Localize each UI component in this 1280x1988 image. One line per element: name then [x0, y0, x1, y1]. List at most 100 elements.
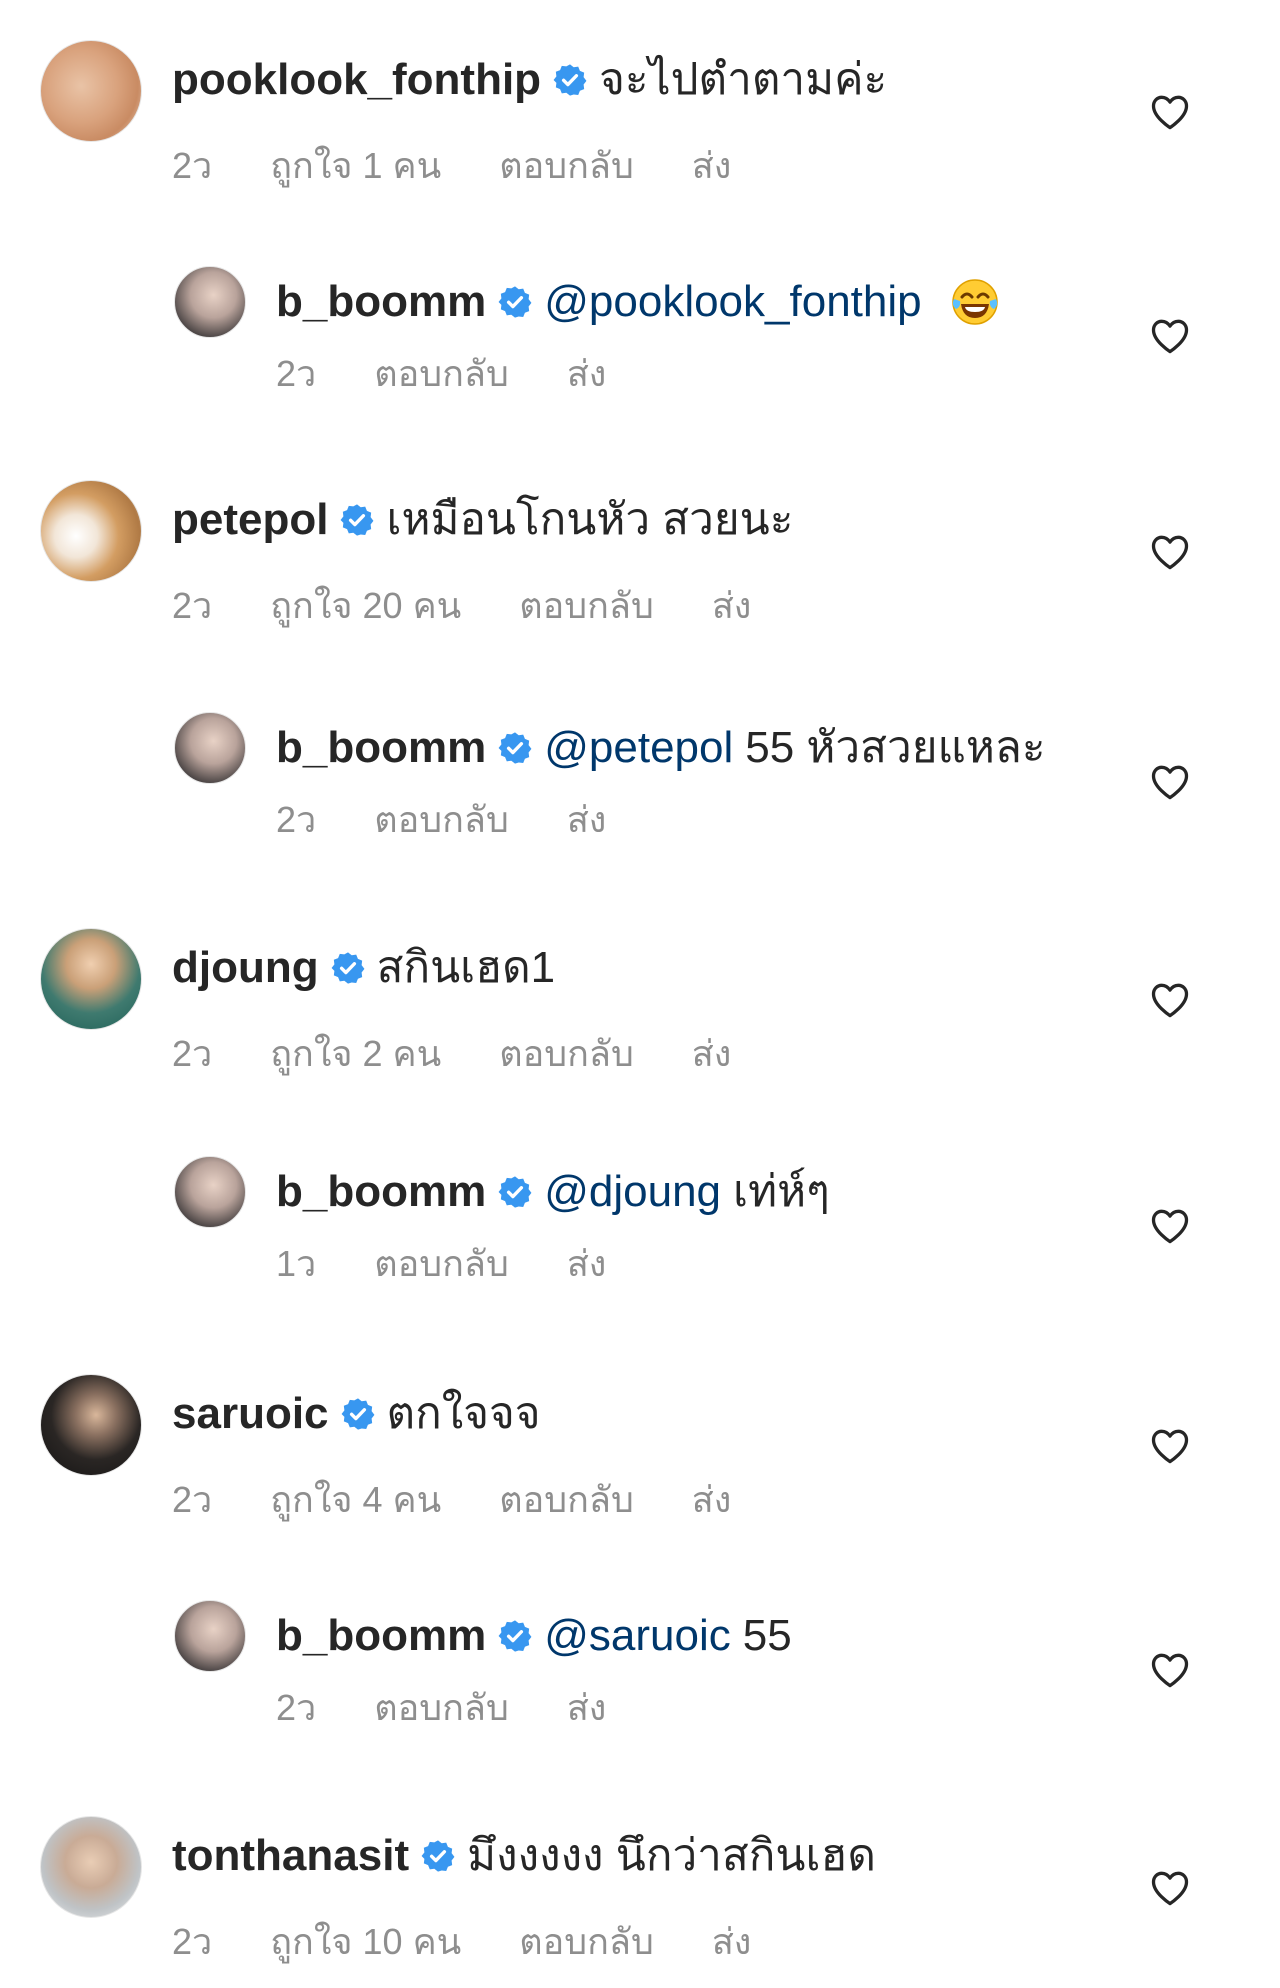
username[interactable]: djoung [172, 940, 319, 996]
send-button[interactable]: ส่ง [712, 1920, 752, 1964]
mention-link[interactable]: @saruoic [544, 1608, 731, 1664]
comment-line: tonthanasit มึงงงงง นึกว่าสกินเฮด [172, 1828, 876, 1884]
comment-text: จะไปตำตามค่ะ [599, 55, 888, 104]
heart-outline-icon[interactable] [1148, 1204, 1192, 1248]
verified-badge-icon [553, 63, 587, 97]
send-button[interactable]: ส่ง [692, 1032, 732, 1076]
verified-badge-icon [421, 1839, 455, 1873]
reply-button[interactable]: ตอบกลับ [374, 352, 509, 396]
comment-line: djoung สกินเฮด1 [172, 940, 555, 996]
timestamp: 2ว [172, 1479, 213, 1520]
avatar[interactable] [40, 1374, 142, 1476]
verified-badge-icon [498, 1619, 532, 1653]
avatar[interactable] [40, 480, 142, 582]
comment-meta: 2ว ถูกใจ 10 คน ตอบกลับ ส่ง [172, 1920, 809, 1964]
verified-badge-icon [498, 285, 532, 319]
avatar[interactable] [174, 712, 246, 784]
username[interactable]: b_boomm [276, 1608, 486, 1664]
verified-badge-icon [340, 503, 374, 537]
reply-item: b_boomm @pooklook_fonthip 2ว ตอบกลับ ส่ง [0, 262, 1280, 432]
laughing-crying-emoji-icon [950, 277, 1000, 327]
comment-list: pooklook_fonthip จะไปตำตามค่ะ 2ว ถูกใจ 1… [0, 0, 1280, 1988]
comment-item: saruoic ตกใจจจ 2ว ถูกใจ 4 คน ตอบกลับ ส่ง [0, 1374, 1280, 1544]
timestamp: 2ว [172, 145, 213, 186]
reply-button[interactable]: ตอบกลับ [499, 1478, 634, 1522]
reply-button[interactable]: ตอบกลับ [374, 1242, 509, 1286]
comment-meta: 2ว ตอบกลับ ส่ง [276, 1686, 664, 1730]
verified-badge-icon [498, 1175, 532, 1209]
heart-outline-icon[interactable] [1148, 1424, 1192, 1468]
heart-outline-icon[interactable] [1148, 760, 1192, 804]
likes-count[interactable]: ถูกใจ 1 คน [270, 144, 441, 188]
send-button[interactable]: ส่ง [692, 144, 732, 188]
username[interactable]: b_boomm [276, 1164, 486, 1220]
heart-outline-icon[interactable] [1148, 978, 1192, 1022]
username[interactable]: saruoic [172, 1386, 329, 1442]
likes-count[interactable]: ถูกใจ 10 คน [270, 1920, 461, 1964]
timestamp: 2ว [276, 1687, 317, 1728]
send-button[interactable]: ส่ง [692, 1478, 732, 1522]
avatar[interactable] [174, 1156, 246, 1228]
reply-button[interactable]: ตอบกลับ [374, 798, 509, 842]
send-button[interactable]: ส่ง [567, 798, 607, 842]
comment-text: มึงงงงง นึกว่าสกินเฮด [467, 1831, 876, 1880]
reply-button[interactable]: ตอบกลับ [519, 1920, 654, 1964]
reply-button[interactable]: ตอบกลับ [499, 144, 634, 188]
heart-outline-icon[interactable] [1148, 1866, 1192, 1910]
verified-badge-icon [331, 951, 365, 985]
avatar[interactable] [174, 266, 246, 338]
comment-line: b_boomm @saruoic 55 [276, 1608, 792, 1664]
reply-item: b_boomm @saruoic 55 2ว ตอบกลับ ส่ง [0, 1596, 1280, 1766]
mention-link[interactable]: @pooklook_fonthip [544, 274, 921, 330]
mention-link[interactable]: @petepol [544, 720, 733, 776]
comment-text: เท่ห์ๆ [733, 1167, 830, 1216]
avatar[interactable] [40, 1816, 142, 1918]
username[interactable]: tonthanasit [172, 1828, 409, 1884]
send-button[interactable]: ส่ง [567, 1686, 607, 1730]
comment-line: pooklook_fonthip จะไปตำตามค่ะ [172, 52, 887, 108]
comment-text: ตกใจจจ [386, 1389, 541, 1438]
username[interactable]: pooklook_fonthip [172, 52, 541, 108]
comment-meta: 2ว ถูกใจ 4 คน ตอบกลับ ส่ง [172, 1478, 789, 1522]
comment-line: b_boomm @pooklook_fonthip [276, 274, 1000, 330]
comment-line: b_boomm @djoung เท่ห์ๆ [276, 1164, 830, 1220]
send-button[interactable]: ส่ง [712, 584, 752, 628]
avatar[interactable] [174, 1600, 246, 1672]
username[interactable]: b_boomm [276, 274, 486, 330]
timestamp: 1ว [276, 1243, 317, 1284]
reply-button[interactable]: ตอบกลับ [519, 584, 654, 628]
likes-count[interactable]: ถูกใจ 20 คน [270, 584, 461, 628]
comment-item: djoung สกินเฮด1 2ว ถูกใจ 2 คน ตอบกลับ ส่… [0, 928, 1280, 1098]
username[interactable]: b_boomm [276, 720, 486, 776]
timestamp: 2ว [276, 353, 317, 394]
comment-meta: 2ว ตอบกลับ ส่ง [276, 352, 664, 396]
heart-outline-icon[interactable] [1148, 314, 1192, 358]
comment-line: b_boomm @petepol 55 หัวสวยแหละ [276, 720, 1045, 776]
comment-meta: 2ว ตอบกลับ ส่ง [276, 798, 664, 842]
reply-item: b_boomm @petepol 55 หัวสวยแหละ 2ว ตอบกลั… [0, 708, 1280, 878]
username[interactable]: petepol [172, 492, 328, 548]
likes-count[interactable]: ถูกใจ 2 คน [270, 1032, 441, 1076]
heart-outline-icon[interactable] [1148, 90, 1192, 134]
reply-button[interactable]: ตอบกลับ [499, 1032, 634, 1076]
reply-item: b_boomm @djoung เท่ห์ๆ 1ว ตอบกลับ ส่ง [0, 1152, 1280, 1322]
send-button[interactable]: ส่ง [567, 1242, 607, 1286]
likes-count[interactable]: ถูกใจ 4 คน [270, 1478, 441, 1522]
avatar[interactable] [40, 40, 142, 142]
timestamp: 2ว [172, 1033, 213, 1074]
mention-link[interactable]: @djoung [544, 1164, 721, 1220]
verified-badge-icon [498, 731, 532, 765]
send-button[interactable]: ส่ง [567, 352, 607, 396]
heart-outline-icon[interactable] [1148, 1648, 1192, 1692]
reply-button[interactable]: ตอบกลับ [374, 1686, 509, 1730]
avatar[interactable] [40, 928, 142, 1030]
comment-item: petepol เหมือนโกนหัว สวยนะ 2ว ถูกใจ 20 ค… [0, 480, 1280, 650]
timestamp: 2ว [172, 585, 213, 626]
verified-badge-icon [341, 1397, 375, 1431]
timestamp: 2ว [276, 799, 317, 840]
comment-text: เหมือนโกนหัว สวยนะ [386, 495, 794, 544]
comment-text: สกินเฮด1 [376, 943, 556, 992]
comment-item: tonthanasit มึงงงงง นึกว่าสกินเฮด 2ว ถูก… [0, 1816, 1280, 1986]
heart-outline-icon[interactable] [1148, 530, 1192, 574]
comment-item: pooklook_fonthip จะไปตำตามค่ะ 2ว ถูกใจ 1… [0, 40, 1280, 210]
